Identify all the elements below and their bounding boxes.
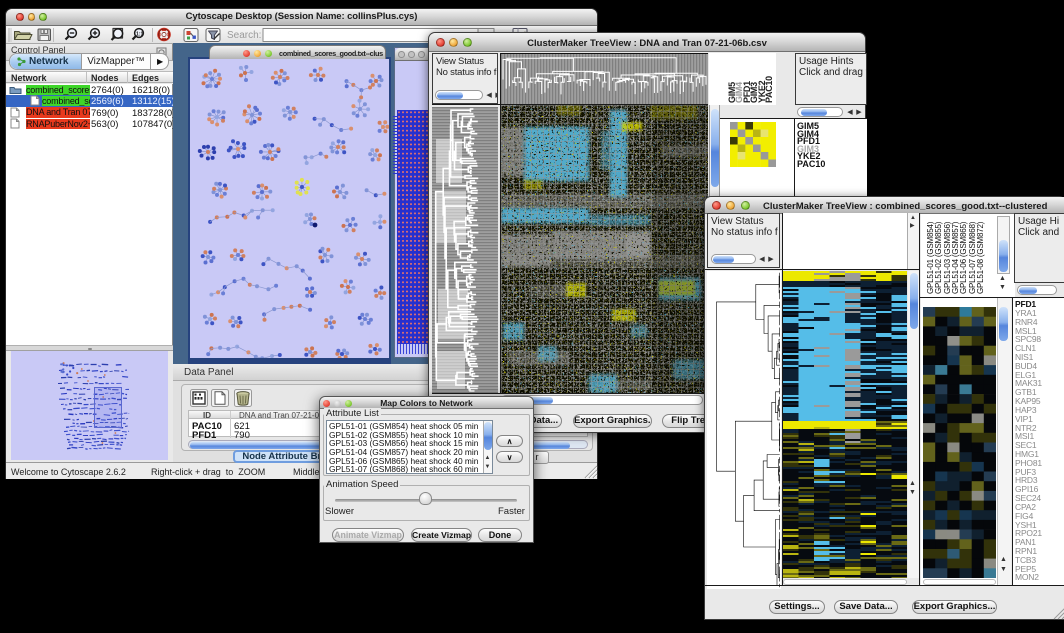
svg-text:1:1: 1:1 [136, 32, 143, 38]
svg-text:Search:: Search: [227, 30, 261, 41]
